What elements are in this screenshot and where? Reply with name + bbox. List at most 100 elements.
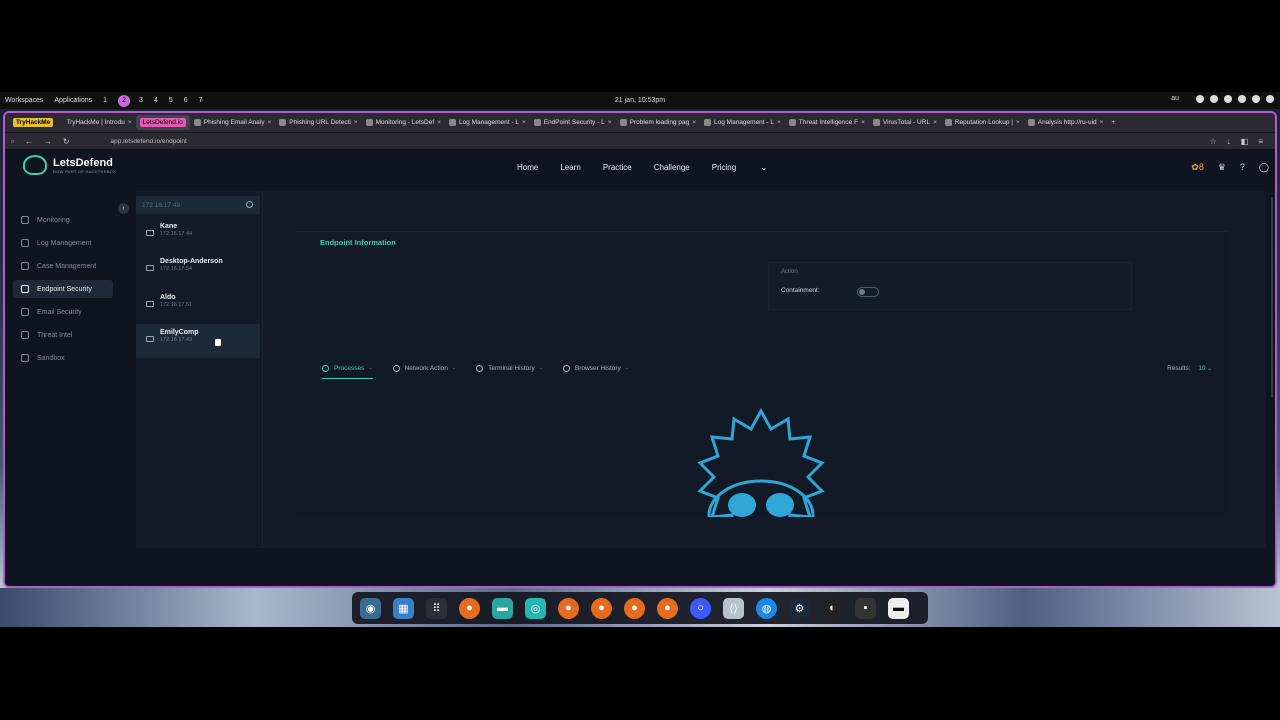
letsdefend-logo[interactable]: LetsDefend NOW PART OF HACKTHEBOX xyxy=(23,155,116,175)
close-icon[interactable]: × xyxy=(437,119,441,126)
sidebar-item-sandbox[interactable]: Sandbox xyxy=(13,349,113,367)
nav-home[interactable]: Home xyxy=(517,163,538,172)
close-icon[interactable]: × xyxy=(861,119,865,126)
nav-pricing[interactable]: Pricing ⌄ xyxy=(712,163,789,172)
trophy-icon[interactable]: ♛ xyxy=(1218,162,1226,173)
clock[interactable]: 21 jan, 10:53pm xyxy=(0,97,1280,104)
window-list-icon[interactable]: ▬ xyxy=(888,597,909,619)
reload-button[interactable]: ↻ xyxy=(63,137,70,146)
sidebar-item-threat-intel[interactable]: Threat Intel xyxy=(13,326,113,344)
browser-globe-icon[interactable]: ◍ xyxy=(756,597,777,619)
tab-phishing-email[interactable]: Phishing Email Analy × xyxy=(190,115,276,130)
search-icon[interactable] xyxy=(246,201,253,208)
tab-tryhackme-intro[interactable]: TryHackMe | Introdu × xyxy=(62,115,135,130)
host-item-kane[interactable]: Kane 172.16.17.44 xyxy=(136,218,260,252)
close-icon[interactable]: × xyxy=(692,119,696,126)
sidebar-item-monitoring[interactable]: Monitoring xyxy=(13,211,113,229)
tab-reputation-lookup[interactable]: Reputation Lookup | × xyxy=(941,115,1024,130)
containment-toggle[interactable] xyxy=(857,287,879,297)
close-icon[interactable]: × xyxy=(267,119,271,126)
firefox-window-3-icon[interactable]: ● xyxy=(624,597,645,619)
bookmark-star-icon[interactable]: ☆ xyxy=(1210,137,1217,146)
collapse-sidebar-button[interactable]: ‹ xyxy=(118,203,129,214)
battery-icon[interactable] xyxy=(1252,95,1260,103)
firefox-icon[interactable]: ● xyxy=(459,597,480,619)
app-grid-icon[interactable]: ⠿ xyxy=(426,597,447,619)
workspace-1[interactable]: 1 xyxy=(103,97,107,104)
sidebar-item-email-security[interactable]: Email Security xyxy=(13,303,113,321)
back-button[interactable]: ← xyxy=(25,137,33,146)
workspaces-button[interactable]: Workspaces xyxy=(5,97,43,104)
close-icon[interactable]: × xyxy=(128,119,132,126)
tab-network-action[interactable]: Network Action ⌄ xyxy=(392,359,456,377)
close-icon[interactable]: × xyxy=(1016,119,1020,126)
tab-threat-intel[interactable]: Threat Intelligence F × xyxy=(785,115,869,130)
terminal-icon[interactable]: ▪ xyxy=(855,597,876,619)
help-icon[interactable]: ? xyxy=(1240,162,1245,173)
tab-browser-history[interactable]: Browser History ⌄ xyxy=(562,359,629,377)
search-input[interactable]: 172.16.17.49 xyxy=(142,202,180,209)
tab-tryhackme-badge[interactable]: TryHackMe xyxy=(9,115,62,130)
bluetooth-icon[interactable] xyxy=(1238,95,1246,103)
sidebar-item-log-management[interactable]: Log Management xyxy=(13,234,113,252)
camera-icon[interactable]: ◎ xyxy=(525,597,546,619)
nav-learn[interactable]: Learn xyxy=(560,163,580,172)
tab-virustotal[interactable]: VirusTotal - URL × xyxy=(869,115,941,130)
workspace-4[interactable]: 4 xyxy=(154,97,158,104)
applications-button[interactable]: Applications xyxy=(54,97,92,104)
forward-button[interactable]: → xyxy=(44,137,52,146)
host-item-desktop-anderson[interactable]: Desktop-Anderson 172.16.17.54 xyxy=(136,253,260,287)
close-icon[interactable]: × xyxy=(933,119,937,126)
sidebar-item-endpoint-security[interactable]: Endpoint Security xyxy=(13,280,113,298)
extensions-icon[interactable]: ◧ xyxy=(1241,137,1249,146)
host-search[interactable]: 172.16.17.49 xyxy=(136,196,260,214)
tab-log-management-2[interactable]: Log Management - L × xyxy=(700,115,785,130)
image-viewer-icon[interactable]: ◉ xyxy=(360,597,381,619)
workspace-5[interactable]: 5 xyxy=(169,97,173,104)
page-scrollbar[interactable] xyxy=(1271,197,1273,397)
menu-icon[interactable]: ≡ xyxy=(1258,137,1263,146)
tab-phishing-url[interactable]: Phishing URL Detecti × xyxy=(275,115,361,130)
keyboard-layout[interactable]: au xyxy=(1171,95,1179,103)
steam-icon[interactable]: ⚙ xyxy=(789,597,810,619)
folder-icon[interactable]: ▬ xyxy=(492,597,513,619)
close-icon[interactable]: × xyxy=(777,119,781,126)
obs-icon[interactable]: ◐ xyxy=(822,597,843,619)
host-item-aldo[interactable]: Aldo 172.16.17.51 xyxy=(136,289,260,323)
firefox-window-4-icon[interactable]: ● xyxy=(657,597,678,619)
volume-icon[interactable] xyxy=(1224,95,1232,103)
signal-icon[interactable]: ○ xyxy=(690,597,711,619)
close-icon[interactable]: × xyxy=(608,119,612,126)
settings-icon[interactable] xyxy=(1196,95,1204,103)
network-icon[interactable] xyxy=(1210,95,1218,103)
close-icon[interactable]: × xyxy=(354,119,358,126)
downloads-icon[interactable]: ↓ xyxy=(1227,137,1231,146)
tab-problem-loading[interactable]: Problem loading pag × xyxy=(616,115,700,130)
firefox-window-2-icon[interactable]: ● xyxy=(591,597,612,619)
tab-log-management[interactable]: Log Management - L × xyxy=(445,115,530,130)
nav-practice[interactable]: Practice xyxy=(603,163,632,172)
close-icon[interactable]: × xyxy=(1100,119,1104,126)
host-item-emilycomp[interactable]: EmilyComp 172.16.17.49 xyxy=(136,324,260,358)
sidebar-item-case-management[interactable]: Case Management xyxy=(13,257,113,275)
workspace-3[interactable]: 3 xyxy=(139,97,143,104)
user-icon[interactable]: ◯ xyxy=(1259,162,1269,173)
tab-terminal-history[interactable]: Terminal History ⌄ xyxy=(476,359,543,377)
file-manager-icon[interactable]: ▦ xyxy=(393,597,414,619)
firefox-window-1-icon[interactable]: ● xyxy=(558,597,579,619)
vscode-icon[interactable]: ⟨⟩ xyxy=(723,597,744,619)
results-dropdown[interactable]: 10 ⌄ xyxy=(1199,365,1212,372)
workspace-6[interactable]: 6 xyxy=(184,97,188,104)
workspace-2-active[interactable]: 2 xyxy=(118,94,131,107)
streak-icon[interactable]: ✿8 xyxy=(1191,162,1204,173)
tab-analysis[interactable]: Analysis http://ru-uid × xyxy=(1024,115,1108,130)
sidebar-toggle-icon[interactable]: ▫ xyxy=(11,137,14,146)
nav-challenge[interactable]: Challenge xyxy=(654,163,690,172)
close-icon[interactable]: × xyxy=(522,119,526,126)
workspace-7[interactable]: 7 xyxy=(199,97,203,104)
tab-processes[interactable]: Processes ⌄ xyxy=(322,359,373,379)
tab-monitoring[interactable]: Monitoring - LetsDef × xyxy=(362,115,445,130)
power-icon[interactable] xyxy=(1266,95,1274,103)
tab-endpoint-security[interactable]: EndPoint Security - L × xyxy=(530,115,616,130)
new-tab-button[interactable]: + xyxy=(1107,115,1119,130)
